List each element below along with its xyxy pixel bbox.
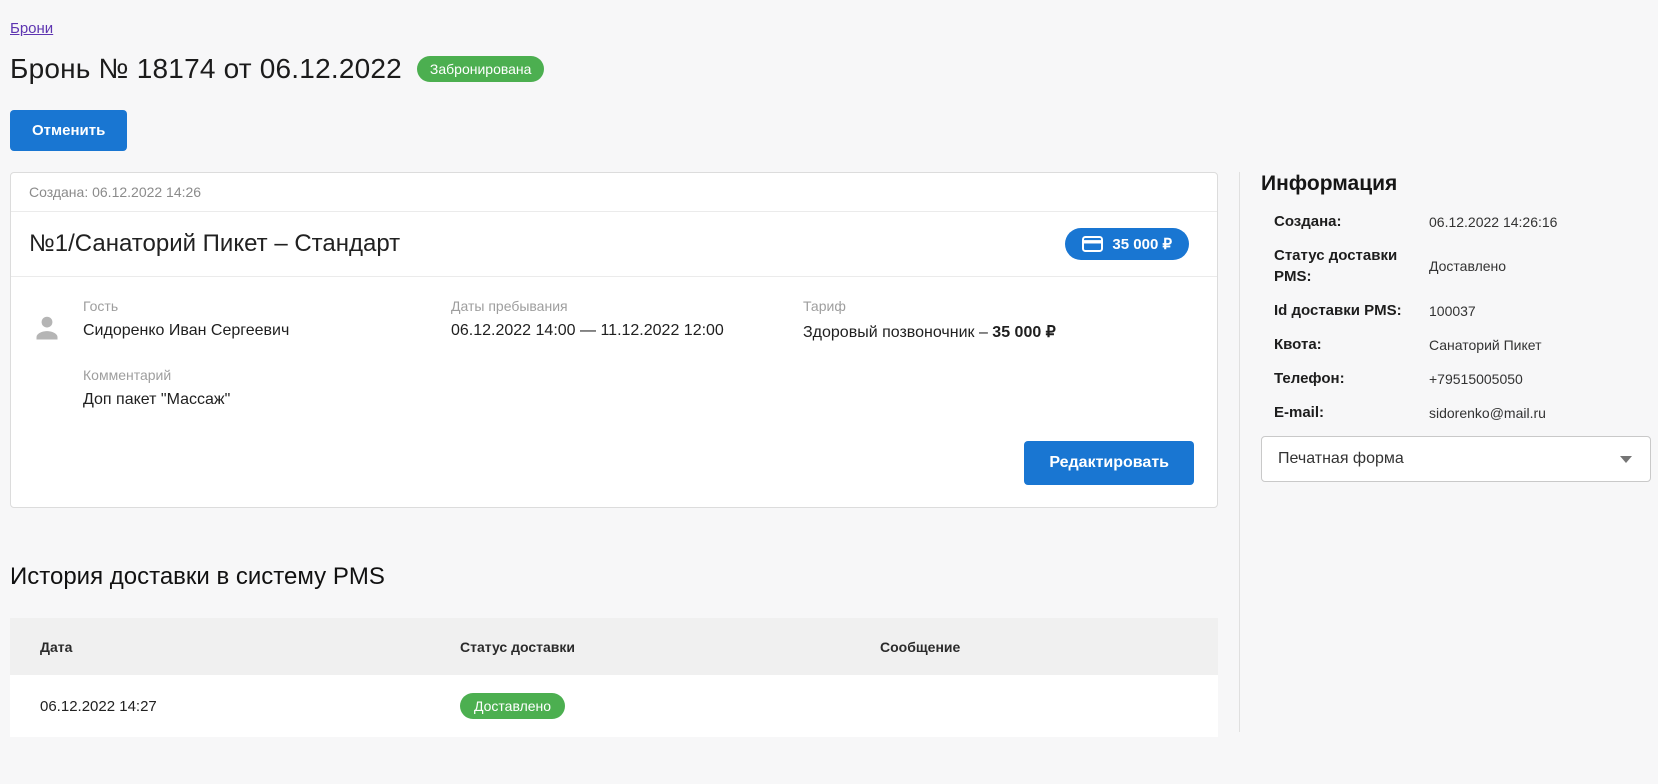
main-column: Создана: 06.12.2022 14:26 №1/Санаторий П… (10, 172, 1218, 737)
stay-dates-column: Даты пребывания 06.12.2022 14:00 — 11.12… (451, 298, 803, 485)
guest-column: Гость Сидоренко Иван Сергеевич Комментар… (83, 298, 451, 485)
credit-card-icon (1082, 236, 1104, 252)
info-label: Телефон: (1274, 370, 1345, 387)
history-table-row: 06.12.2022 14:27 Доставлено (10, 675, 1218, 737)
guest-name: Сидоренко Иван Сергеевич (83, 322, 290, 339)
info-label: Создана: (1274, 213, 1342, 230)
booking-status-badge: Забронирована (416, 56, 545, 82)
info-label: E-mail: (1274, 404, 1325, 421)
history-row-status: Доставлено (460, 693, 880, 719)
info-row-created: Создана: 06.12.2022 14:26:16 (1261, 211, 1647, 232)
tariff-name: Здоровый позвоночник – (803, 324, 993, 341)
booking-card: Создана: 06.12.2022 14:26 №1/Санаторий П… (10, 172, 1218, 508)
page-title: Бронь № 18174 от 06.12.2022 (10, 53, 402, 84)
info-row-phone: Телефон: +79515005050 (1261, 368, 1647, 389)
stay-dates-label: Даты пребывания (451, 298, 568, 314)
info-value: +79515005050 (1429, 370, 1523, 387)
tariff-price: 35 000 ₽ (992, 324, 1056, 341)
breadcrumb-bookings-link[interactable]: Брони (10, 20, 53, 37)
guest-label: Гость (83, 298, 119, 314)
title-row: Бронь № 18174 от 06.12.2022 Забронирован… (10, 53, 1658, 85)
column-header-message: Сообщение (880, 638, 961, 655)
comment-value: Доп пакет "Массаж" (83, 391, 231, 408)
booking-card-body: Гость Сидоренко Иван Сергеевич Комментар… (11, 277, 1217, 507)
price-badge-amount: 35 000 ₽ (1112, 236, 1172, 253)
content-columns: Создана: 06.12.2022 14:26 №1/Санаторий П… (10, 172, 1658, 737)
comment-label: Комментарий (83, 367, 172, 383)
info-value: Санаторий Пикет (1429, 336, 1542, 353)
info-label: Id доставки PMS: (1274, 302, 1402, 319)
info-value: sidorenko@mail.ru (1429, 404, 1546, 421)
info-label: Статус доставки PMS: (1274, 247, 1398, 285)
chevron-down-icon (1620, 455, 1632, 463)
info-panel-title: Информация (1261, 172, 1398, 195)
avatar-column (11, 298, 83, 485)
info-value: Доставлено (1429, 258, 1507, 274)
tariff-value: Здоровый позвоночник – 35 000 ₽ (803, 322, 1194, 342)
info-row-delivery-id: Id доставки PMS: 100037 (1261, 300, 1647, 321)
booking-created-line: Создана: 06.12.2022 14:26 (11, 173, 1217, 212)
pms-history-title: История доставки в систему PMS (10, 563, 385, 590)
info-value: 06.12.2022 14:26:16 (1429, 213, 1558, 230)
history-table-header: Дата Статус доставки Сообщение (10, 618, 1218, 675)
comment-block: Комментарий Доп пакет "Массаж" (83, 367, 451, 409)
info-row-email: E-mail: sidorenko@mail.ru (1261, 402, 1647, 423)
person-icon (29, 311, 65, 485)
history-row-date: 06.12.2022 14:27 (40, 697, 157, 715)
info-label: Квота: (1274, 336, 1322, 353)
column-header-status: Статус доставки (460, 638, 575, 655)
cancel-booking-button[interactable]: Отменить (10, 110, 128, 151)
info-panel: Информация Создана: 06.12.2022 14:26:16 … (1239, 172, 1651, 732)
info-row-quota: Квота: Санаторий Пикет (1261, 334, 1647, 355)
room-title: №1/Санаторий Пикет – Стандарт (29, 230, 401, 257)
delivery-status-pill: Доставлено (460, 693, 566, 719)
booking-card-titlebar: №1/Санаторий Пикет – Стандарт 35 000 ₽ (11, 212, 1217, 277)
edit-booking-button[interactable]: Редактировать (1024, 441, 1194, 485)
price-badge: 35 000 ₽ (1065, 228, 1189, 260)
booking-detail-page: Брони Бронь № 18174 от 06.12.2022 Заброн… (0, 0, 1658, 737)
print-form-select[interactable]: Печатная форма (1261, 436, 1651, 482)
pms-history-section: История доставки в систему PMS Дата Стат… (10, 563, 1218, 737)
column-header-date: Дата (40, 638, 73, 655)
info-row-delivery-status: Статус доставки PMS: Доставлено (1261, 245, 1647, 287)
tariff-label: Тариф (803, 298, 846, 314)
print-form-select-value: Печатная форма (1278, 450, 1404, 467)
stay-dates-value: 06.12.2022 14:00 — 11.12.2022 12:00 (451, 322, 724, 339)
info-value: 100037 (1429, 302, 1476, 319)
